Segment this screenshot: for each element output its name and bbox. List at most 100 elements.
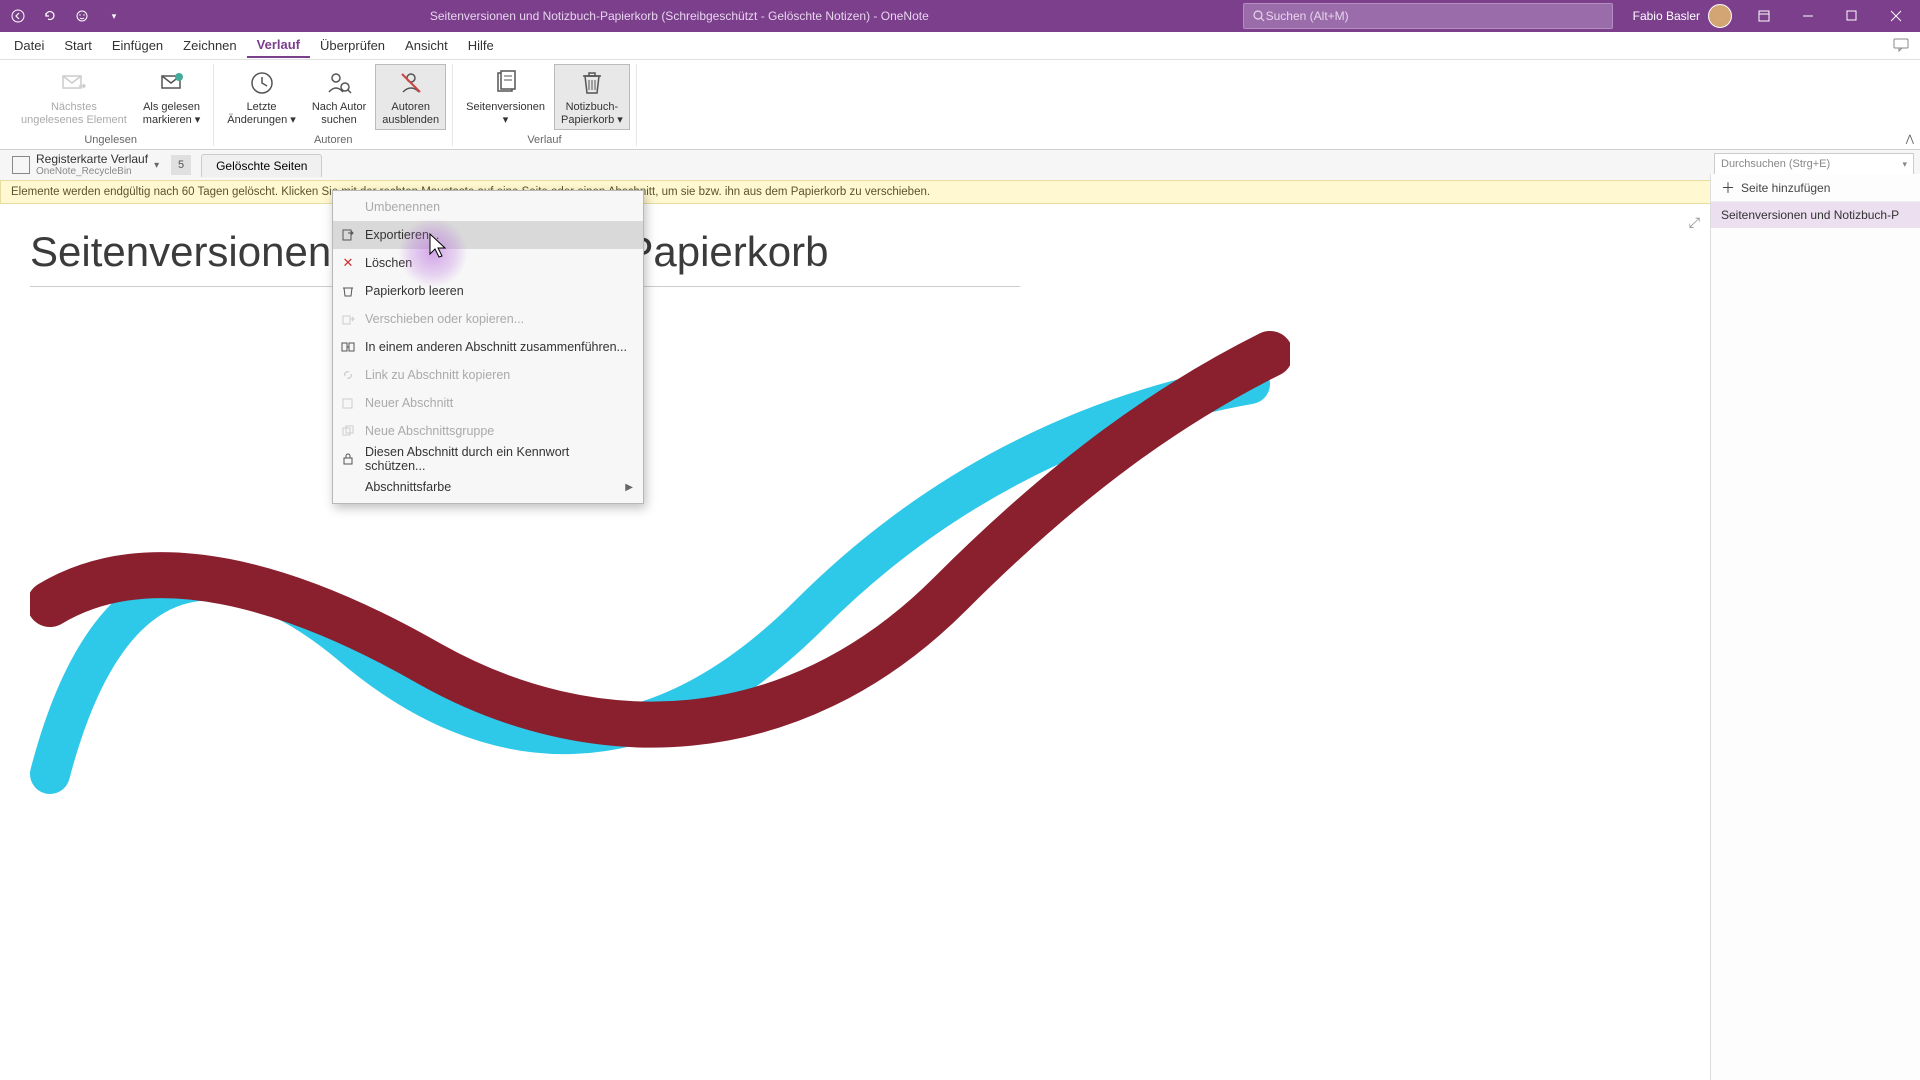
- page-canvas[interactable]: ⤢ Seitenversionen und Notizbuch-Papierko…: [0, 204, 1710, 1080]
- mail-next-icon: [58, 67, 90, 99]
- page-search-placeholder: Durchsuchen (Strg+E): [1721, 158, 1830, 170]
- avatar: [1708, 4, 1732, 28]
- page-search[interactable]: Durchsuchen (Strg+E) ▾: [1714, 153, 1914, 175]
- ribbon-group-ungelesen: Nächstes ungelesenes Element Als gelesen…: [8, 64, 214, 146]
- cm-new-section-group: Neue Abschnittsgruppe: [333, 417, 643, 445]
- ribbon-btn-papierkorb[interactable]: Notizbuch- Papierkorb ▾: [554, 64, 630, 130]
- menu-bar: Datei Start Einfügen Zeichnen Verlauf Üb…: [0, 32, 1920, 60]
- page-list-item[interactable]: Seitenversionen und Notizbuch-P: [1711, 202, 1920, 228]
- link-icon: [339, 366, 357, 384]
- menu-verlauf[interactable]: Verlauf: [247, 33, 310, 58]
- add-page-button[interactable]: ＋ Seite hinzufügen: [1711, 174, 1920, 202]
- section-icon: [339, 394, 357, 412]
- user-name: Fabio Basler: [1633, 9, 1700, 23]
- ribbon: Nächstes ungelesenes Element Als gelesen…: [0, 60, 1920, 150]
- move-icon: [339, 310, 357, 328]
- context-menu: Umbenennen Exportieren... ✕ Löschen Papi…: [332, 190, 644, 504]
- menu-ansicht[interactable]: Ansicht: [395, 34, 458, 57]
- ribbon-display-options[interactable]: [1744, 2, 1784, 30]
- blank-icon: [339, 478, 357, 496]
- chevron-down-icon: ▾: [1902, 159, 1907, 170]
- menu-hilfe[interactable]: Hilfe: [458, 34, 504, 57]
- search-icon: [1252, 9, 1266, 23]
- menu-datei[interactable]: Datei: [4, 34, 54, 57]
- notebook-subtitle: OneNote_RecycleBin: [36, 166, 148, 177]
- menu-zeichnen[interactable]: Zeichnen: [173, 34, 246, 57]
- ribbon-collapse[interactable]: ⋀: [1906, 134, 1914, 145]
- section-group-icon: [339, 422, 357, 440]
- cm-move-copy: Verschieben oder kopieren...: [333, 305, 643, 333]
- ribbon-btn-naechstes[interactable]: Nächstes ungelesenes Element: [14, 64, 134, 130]
- cm-export[interactable]: Exportieren...: [333, 221, 643, 249]
- cm-merge[interactable]: In einem anderen Abschnitt zusammenführe…: [333, 333, 643, 361]
- page-title[interactable]: Seitenversionen und Notizbuch-Papierkorb: [0, 204, 1710, 282]
- menu-einfuegen[interactable]: Einfügen: [102, 34, 173, 57]
- search-box[interactable]: [1243, 3, 1613, 29]
- ribbon-label: Letzte Änderungen ▾: [227, 101, 296, 127]
- notebook-title: Registerkarte Verlauf: [36, 153, 148, 166]
- ribbon-group-label: Verlauf: [527, 134, 561, 146]
- clock-icon: [246, 67, 278, 99]
- chevron-down-icon: ▾: [154, 160, 159, 171]
- chevron-right-icon: ▶: [625, 482, 633, 493]
- cm-password-protect[interactable]: Diesen Abschnitt durch ein Kennwort schü…: [333, 445, 643, 473]
- ribbon-label: Als gelesen markieren ▾: [143, 101, 200, 127]
- decorative-curves: [30, 284, 1290, 804]
- mark-read-icon: [156, 67, 188, 99]
- comments-button[interactable]: [1892, 36, 1912, 56]
- notebook-icon: [12, 156, 30, 174]
- ribbon-label: Notizbuch- Papierkorb ▾: [561, 101, 623, 127]
- ribbon-group-label: Autoren: [314, 134, 353, 146]
- add-page-label: Seite hinzufügen: [1741, 181, 1830, 195]
- search-input[interactable]: [1266, 9, 1604, 23]
- back-button[interactable]: [4, 2, 32, 30]
- cm-delete[interactable]: ✕ Löschen: [333, 249, 643, 277]
- page-versions-icon: [490, 67, 522, 99]
- ribbon-btn-gelesen[interactable]: Als gelesen markieren ▾: [136, 64, 207, 130]
- ribbon-group-autoren: Letzte Änderungen ▾ Nach Autor suchen Au…: [214, 64, 453, 146]
- ribbon-btn-autoren-ausblenden[interactable]: Autoren ausblenden: [375, 64, 446, 130]
- notebook-picker[interactable]: Registerkarte Verlauf OneNote_RecycleBin…: [6, 151, 165, 179]
- user-block[interactable]: Fabio Basler: [1625, 4, 1740, 28]
- ribbon-label: Seitenversionen ▾: [466, 101, 545, 127]
- titlebar: ▾ Seitenversionen und Notizbuch-Papierko…: [0, 0, 1920, 32]
- ribbon-label: Nächstes ungelesenes Element: [21, 101, 127, 127]
- ribbon-label: Autoren ausblenden: [382, 101, 439, 127]
- sync-button[interactable]: [68, 2, 96, 30]
- ribbon-group-verlauf: Seitenversionen ▾ Notizbuch- Papierkorb …: [453, 64, 637, 146]
- plus-icon: ＋: [1721, 178, 1735, 198]
- blank-icon: [339, 198, 357, 216]
- ribbon-label: Nach Autor suchen: [312, 101, 366, 127]
- merge-icon: [339, 338, 357, 356]
- ribbon-btn-seitenversionen[interactable]: Seitenversionen ▾: [459, 64, 552, 130]
- export-icon: [339, 226, 357, 244]
- subtabs: Registerkarte Verlauf OneNote_RecycleBin…: [0, 150, 1920, 180]
- info-bar: Elemente werden endgültig nach 60 Tagen …: [0, 180, 1920, 204]
- close-button[interactable]: [1876, 2, 1916, 30]
- minimize-button[interactable]: [1788, 2, 1828, 30]
- ribbon-btn-letzte-aenderungen[interactable]: Letzte Änderungen ▾: [220, 64, 303, 130]
- menu-start[interactable]: Start: [54, 34, 101, 57]
- page-list-pane: ＋ Seite hinzufügen Seitenversionen und N…: [1710, 174, 1920, 1080]
- cm-rename: Umbenennen: [333, 193, 643, 221]
- author-search-icon: [323, 67, 355, 99]
- trash-icon: [576, 67, 608, 99]
- cm-section-color[interactable]: Abschnittsfarbe ▶: [333, 473, 643, 501]
- section-tab-deleted[interactable]: Gelöschte Seiten: [201, 154, 322, 177]
- author-hide-icon: [395, 67, 427, 99]
- window-title: Seitenversionen und Notizbuch-Papierkorb…: [128, 9, 1231, 23]
- ribbon-group-label: Ungelesen: [84, 134, 137, 146]
- undo-button[interactable]: [36, 2, 64, 30]
- qa-dropdown[interactable]: ▾: [100, 2, 128, 30]
- ribbon-btn-nach-autor[interactable]: Nach Autor suchen: [305, 64, 373, 130]
- cm-new-section: Neuer Abschnitt: [333, 389, 643, 417]
- delete-x-icon: ✕: [339, 254, 357, 272]
- lock-icon: [339, 450, 357, 468]
- cm-copy-link: Link zu Abschnitt kopieren: [333, 361, 643, 389]
- trash-empty-icon: [339, 282, 357, 300]
- cm-empty-trash[interactable]: Papierkorb leeren: [333, 277, 643, 305]
- menu-ueberpruefen[interactable]: Überprüfen: [310, 34, 395, 57]
- page-number[interactable]: 5: [171, 155, 191, 175]
- expand-icon[interactable]: ⤢: [1689, 214, 1700, 231]
- maximize-button[interactable]: [1832, 2, 1872, 30]
